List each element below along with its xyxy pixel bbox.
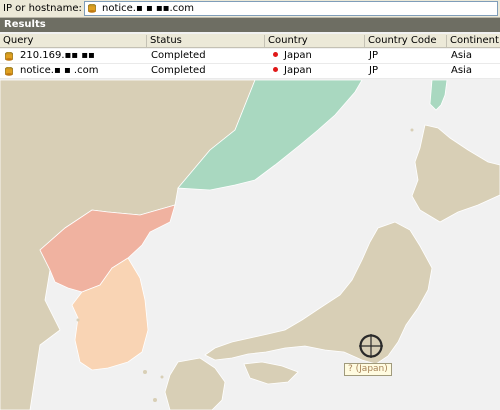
world-map[interactable] — [0, 80, 500, 410]
hostname-input[interactable]: notice.▪ ▪ ▪▪.com — [84, 1, 498, 16]
country-cell: Japan — [273, 65, 312, 76]
country-cell: Japan — [273, 50, 312, 61]
database-icon — [5, 67, 13, 76]
results-section-header: Results — [0, 18, 500, 32]
results-table-header: Query Status Country Country Code Contin… — [0, 34, 500, 48]
continent-cell: Asia — [451, 65, 472, 76]
table-row[interactable]: 210.169.▪▪ ▪▪ Completed Japan JP Asia — [0, 49, 500, 64]
column-query[interactable]: Query — [0, 35, 146, 48]
table-row[interactable]: notice.▪ ▪ .com Completed Japan JP Asia — [0, 64, 500, 79]
continent-cell: Asia — [451, 50, 472, 61]
country-code-cell: JP — [369, 65, 378, 76]
database-icon — [5, 52, 13, 61]
map-marker-label: ? (Japan) — [344, 363, 392, 376]
status-cell: Completed — [151, 50, 206, 61]
query-cell: notice.▪ ▪ .com — [20, 65, 99, 76]
column-status[interactable]: Status — [146, 35, 264, 48]
crosshair-icon[interactable] — [358, 333, 384, 359]
country-text: Japan — [284, 65, 312, 76]
column-country-code[interactable]: Country Code — [364, 35, 446, 48]
query-cell: 210.169.▪▪ ▪▪ — [20, 50, 95, 61]
database-icon — [88, 4, 96, 13]
hostname-value: notice.▪ ▪ ▪▪.com — [102, 3, 194, 14]
status-cell: Completed — [151, 65, 206, 76]
column-country[interactable]: Country — [264, 35, 364, 48]
hostname-label: IP or hostname: — [3, 3, 82, 14]
country-text: Japan — [284, 50, 312, 61]
country-code-cell: JP — [369, 50, 378, 61]
column-continent[interactable]: Continent — [446, 35, 500, 48]
country-dot-icon — [273, 66, 278, 72]
country-dot-icon — [273, 51, 278, 57]
hostname-toolbar: IP or hostname: notice.▪ ▪ ▪▪.com — [0, 0, 500, 18]
